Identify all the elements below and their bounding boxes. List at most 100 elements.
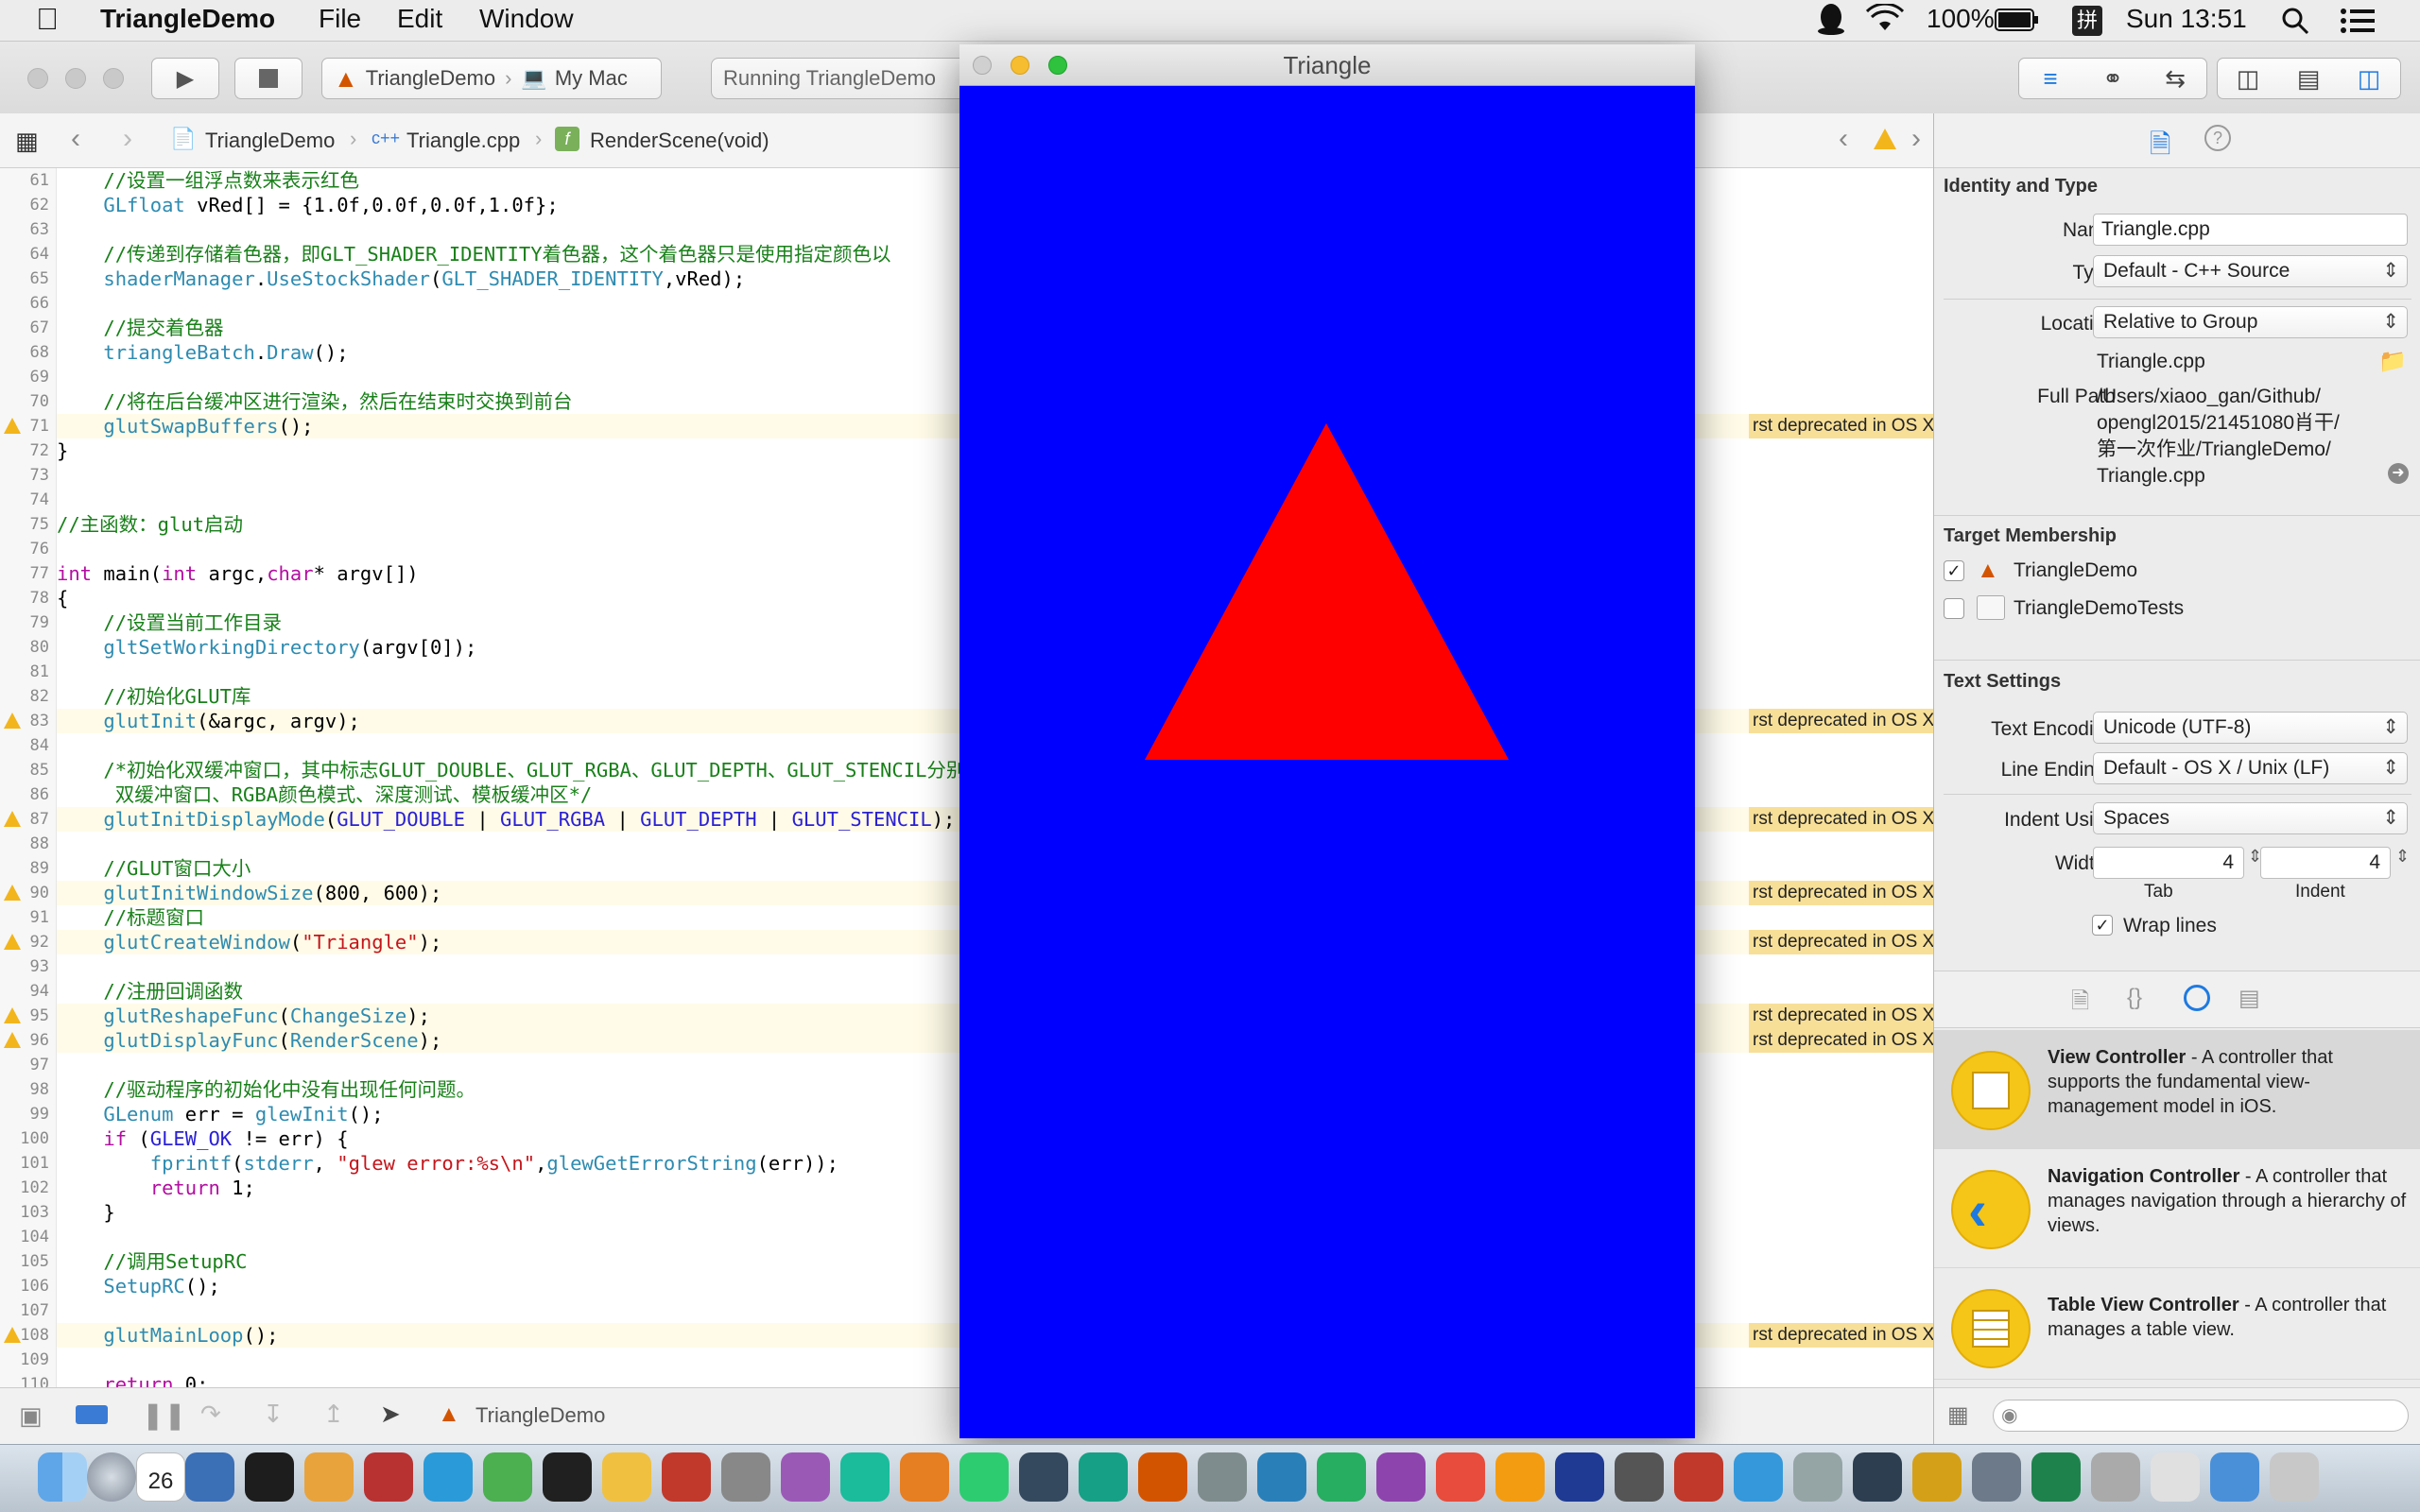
breadcrumb-symbol[interactable]: RenderScene(void) [590, 129, 769, 153]
dock-app-icon[interactable] [1615, 1452, 1664, 1502]
hide-debug-area-icon[interactable]: ▣ [19, 1401, 43, 1431]
line-number[interactable]: 104 [0, 1225, 49, 1249]
line-number[interactable]: 66 [0, 291, 49, 316]
line-number[interactable]: 103 [0, 1200, 49, 1225]
version-editor-icon[interactable]: ⇆ [2144, 64, 2206, 94]
dock-app-icon[interactable] [1198, 1452, 1247, 1502]
editor-mode-segment[interactable]: ≡ ⚭ ⇆ [2018, 58, 2207, 99]
line-number[interactable]: 75 [0, 512, 49, 537]
object-library-icon[interactable] [2184, 985, 2210, 1011]
dock-app-icon[interactable] [721, 1452, 770, 1502]
zoom-button[interactable] [103, 68, 124, 89]
notification-center-icon[interactable] [2341, 8, 2375, 41]
back-arrow-icon[interactable]: ‹ [71, 123, 80, 155]
library-item[interactable]: Table View Controller - A controller tha… [1934, 1268, 2420, 1380]
close-button[interactable] [973, 56, 992, 75]
line-number[interactable]: 86 [0, 782, 49, 807]
pause-icon[interactable]: ❚❚ [142, 1400, 186, 1431]
assistant-editor-icon[interactable]: ⚭ [2082, 64, 2144, 94]
dock-app-icon[interactable] [424, 1452, 473, 1502]
warning-message[interactable]: rst deprecated in OS X 10.9 [1749, 807, 1933, 832]
warning-icon[interactable] [1874, 129, 1896, 149]
line-number[interactable]: 69 [0, 365, 49, 389]
library-item[interactable]: ‹ Navigation Controller - A controller t… [1934, 1149, 2420, 1268]
dock-app-icon[interactable] [245, 1452, 294, 1502]
wifi-icon[interactable] [1865, 2, 1905, 39]
line-number[interactable]: 79 [0, 610, 49, 635]
dock-app-icon[interactable] [2031, 1452, 2081, 1502]
line-number[interactable]: 93 [0, 954, 49, 979]
text-encoding-popup[interactable]: Unicode (UTF-8) [2093, 712, 2408, 744]
line-number[interactable]: 109 [0, 1348, 49, 1372]
utilities-toggle-icon[interactable]: ◫ [2339, 64, 2399, 94]
indent-width-field[interactable]: 4 [2260, 847, 2391, 879]
warning-icon[interactable] [4, 885, 21, 901]
line-number[interactable]: 98 [0, 1077, 49, 1102]
dock-app-icon[interactable] [1376, 1452, 1426, 1502]
calendar-icon[interactable]: 26 [136, 1452, 185, 1502]
line-number[interactable]: 91 [0, 905, 49, 930]
warning-message[interactable]: rst deprecated in OS X 10.9 [1749, 1323, 1933, 1348]
code-snippet-library-icon[interactable]: {} [2127, 985, 2142, 1011]
line-number[interactable]: 88 [0, 832, 49, 856]
dock-app-icon[interactable] [1257, 1452, 1306, 1502]
step-in-icon[interactable]: ↧ [263, 1400, 284, 1429]
apple-menu-icon[interactable]:  [36, 2, 59, 37]
standard-editor-icon[interactable]: ≡ [2019, 64, 2082, 94]
line-number[interactable]: 100 [0, 1126, 49, 1151]
indent-width-stepper[interactable]: ⇕ [2395, 847, 2410, 867]
dock-app-icon[interactable] [1079, 1452, 1128, 1502]
line-number[interactable]: 81 [0, 660, 49, 684]
simulate-location-icon[interactable]: ➤ [380, 1400, 401, 1429]
line-number[interactable]: 102 [0, 1176, 49, 1200]
line-number[interactable]: 65 [0, 266, 49, 291]
dock-app-icon[interactable] [1912, 1452, 1962, 1502]
wrap-lines-checkbox[interactable]: ✓ [2092, 915, 2113, 936]
menu-edit[interactable]: Edit [397, 4, 442, 34]
line-number[interactable]: 85 [0, 758, 49, 782]
warning-message[interactable]: rst deprecated in OS X 10.9 [1749, 709, 1933, 733]
launchpad-icon[interactable] [87, 1452, 136, 1502]
minimize-button[interactable] [1011, 56, 1029, 75]
warning-icon[interactable] [4, 1007, 21, 1023]
reveal-in-finder-icon[interactable]: ➜ [2388, 463, 2409, 484]
warning-message[interactable]: rst deprecated in OS X 10.9 [1749, 414, 1933, 438]
dock-app-icon[interactable] [1853, 1452, 1902, 1502]
minimize-button[interactable] [65, 68, 86, 89]
dock-app-icon[interactable] [2270, 1452, 2319, 1502]
line-number[interactable]: 68 [0, 340, 49, 365]
line-number[interactable]: 97 [0, 1053, 49, 1077]
library-filter-field[interactable]: ◉ [1993, 1400, 2409, 1432]
dock-app-icon[interactable] [1793, 1452, 1842, 1502]
warning-icon[interactable] [4, 934, 21, 950]
debug-area-toggle-icon[interactable]: ▤ [2278, 64, 2339, 94]
line-number[interactable]: 74 [0, 488, 49, 512]
warning-icon[interactable] [4, 713, 21, 729]
line-number[interactable]: 82 [0, 684, 49, 709]
line-number[interactable]: 77 [0, 561, 49, 586]
warning-icon[interactable] [4, 1327, 21, 1343]
qq-status-icon[interactable] [1815, 2, 1847, 43]
finder-icon[interactable] [38, 1452, 87, 1502]
line-number[interactable]: 80 [0, 635, 49, 660]
line-number[interactable]: 105 [0, 1249, 49, 1274]
line-number[interactable]: 89 [0, 856, 49, 881]
menu-file[interactable]: File [319, 4, 361, 34]
line-number[interactable]: 107 [0, 1298, 49, 1323]
line-number[interactable]: 62 [0, 193, 49, 217]
step-out-icon[interactable]: ↥ [323, 1400, 344, 1429]
dock-app-icon[interactable] [1972, 1452, 2021, 1502]
line-number[interactable]: 78 [0, 586, 49, 610]
line-number[interactable]: 72 [0, 438, 49, 463]
quick-help-icon[interactable]: ? [2204, 125, 2231, 151]
warning-icon[interactable] [4, 811, 21, 827]
line-number[interactable]: 94 [0, 979, 49, 1004]
grid-view-icon[interactable]: ▦ [1947, 1401, 1969, 1429]
warning-message[interactable]: rst deprecated in OS X 10.9 [1749, 930, 1933, 954]
indent-using-popup[interactable]: Spaces [2093, 802, 2408, 834]
dock-app-icon[interactable] [1317, 1452, 1366, 1502]
location-popup[interactable]: Relative to Group [2093, 306, 2408, 338]
run-button[interactable]: ▶ [151, 58, 219, 99]
breadcrumb-project[interactable]: TriangleDemo [205, 129, 335, 153]
line-endings-popup[interactable]: Default - OS X / Unix (LF) [2093, 752, 2408, 784]
